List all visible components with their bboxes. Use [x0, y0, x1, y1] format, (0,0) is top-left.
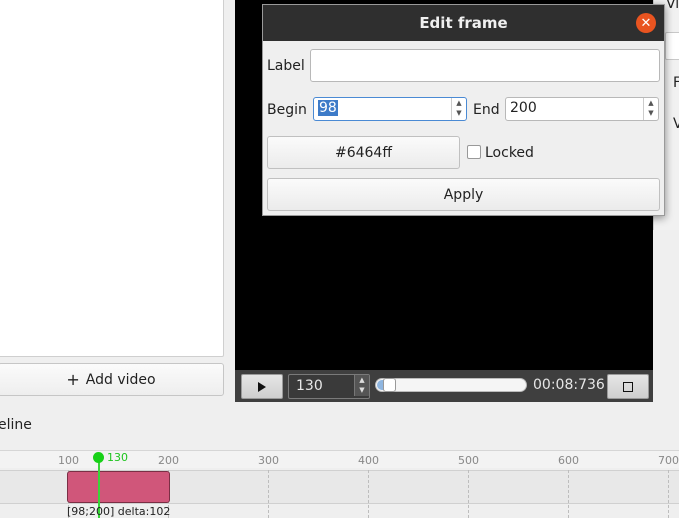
spin-arrows-icon[interactable]: ▲ ▼: [354, 375, 369, 396]
timeline-gridline: [268, 470, 269, 518]
timeline-clip[interactable]: [67, 471, 170, 503]
video-list[interactable]: [0, 0, 224, 357]
label-input[interactable]: [310, 49, 660, 82]
color-button[interactable]: #6464ff: [267, 136, 460, 169]
playhead-label: 130: [107, 451, 128, 464]
locked-label: Locked: [485, 145, 534, 161]
add-video-label: Add video: [85, 371, 156, 388]
player-controls: 130 ▲ ▼ 00:08:736: [235, 370, 653, 402]
apply-button[interactable]: Apply: [267, 178, 660, 211]
tick-label: 400: [358, 454, 379, 467]
tick-label: 100: [58, 454, 79, 467]
begin-value: 98: [318, 100, 338, 116]
play-button[interactable]: [241, 374, 283, 399]
timeline-gridline: [668, 470, 669, 518]
end-value: 200: [510, 100, 537, 116]
right-panel-text-3: V: [673, 116, 679, 132]
end-spinbox[interactable]: 200 ▲ ▼: [505, 97, 659, 121]
seek-handle[interactable]: [383, 378, 396, 392]
stop-icon: [623, 381, 633, 392]
stop-button[interactable]: [607, 374, 649, 399]
play-icon: [258, 381, 266, 392]
begin-caption: Begin: [267, 102, 307, 118]
right-panel-text-1: Vi: [666, 0, 679, 12]
dialog-title: Edit frame: [419, 14, 508, 32]
apply-label: Apply: [443, 186, 484, 203]
dialog-titlebar[interactable]: Edit frame ✕: [263, 5, 664, 41]
label-caption: Label: [267, 58, 305, 74]
timeline-label: eline: [0, 417, 32, 433]
tick-label: 600: [558, 454, 579, 467]
end-caption: End: [473, 102, 500, 118]
timeline-gridline: [568, 470, 569, 518]
timeline-gridline: [468, 470, 469, 518]
color-button-label: #6464ff: [334, 144, 392, 161]
tick-label: 200: [158, 454, 179, 467]
frame-spinbox[interactable]: 130 ▲ ▼: [288, 374, 370, 399]
begin-spin-arrows-icon[interactable]: ▲ ▼: [451, 98, 466, 120]
edit-frame-dialog: Edit frame ✕ Label Begin 98 ▲ ▼ End 200 ▲…: [262, 4, 665, 216]
close-icon[interactable]: ✕: [636, 13, 656, 33]
playhead-handle[interactable]: [93, 452, 104, 463]
right-panel-field[interactable]: [665, 32, 679, 60]
add-video-button[interactable]: + Add video: [0, 363, 224, 396]
plus-icon: +: [66, 369, 80, 389]
tick-label: 500: [458, 454, 479, 467]
frame-value: 130: [296, 378, 323, 394]
time-display: 00:08:736: [533, 377, 605, 393]
tick-label: 700: [658, 454, 679, 467]
seek-bar[interactable]: [375, 378, 527, 392]
clip-caption: [98;200] delta:102: [67, 505, 171, 518]
right-panel-text-2: F: [673, 75, 679, 91]
locked-checkbox[interactable]: [467, 145, 481, 159]
begin-spinbox[interactable]: 98 ▲ ▼: [313, 97, 467, 121]
tick-label: 300: [258, 454, 279, 467]
timeline-gridline: [368, 470, 369, 518]
end-spin-arrows-icon[interactable]: ▲ ▼: [643, 98, 658, 120]
